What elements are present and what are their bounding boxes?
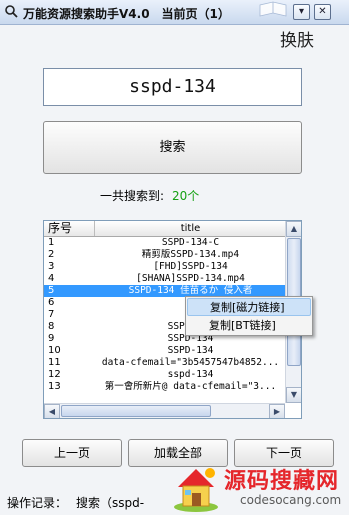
result-count-value: 20个	[172, 189, 200, 203]
list-row[interactable]: 3 [FHD]SSPD-134	[44, 261, 285, 273]
watermark-url: codesocang.com	[240, 493, 342, 507]
row-title: [SHANA]SSPD-134.mp4	[136, 273, 245, 284]
menu-item-copy-magnet[interactable]: 复制[磁力链接]	[187, 298, 311, 316]
scroll-down-icon[interactable]: ▼	[286, 387, 301, 403]
scroll-up-icon[interactable]: ▲	[286, 221, 301, 237]
prev-page-button[interactable]: 上一页	[22, 439, 122, 467]
row-index: 11	[48, 357, 61, 368]
scroll-left-icon[interactable]: ◀	[44, 404, 60, 418]
row-index: 4	[48, 273, 55, 284]
row-title: 精剪版SSPD-134.mp4	[141, 249, 240, 260]
horizontal-scrollbar[interactable]: ◀ ▶	[44, 403, 285, 418]
column-header-title[interactable]: title	[96, 221, 285, 236]
title-bar: 万能资源搜索助手V4.0 当前页（1） ▾ ✕	[0, 0, 349, 25]
skin-button[interactable]: 换肤	[280, 26, 314, 51]
row-title: [FHD]SSPD-134	[153, 261, 228, 272]
scroll-right-icon[interactable]: ▶	[269, 404, 285, 418]
row-index: 10	[48, 345, 61, 356]
close-button[interactable]: ✕	[314, 4, 331, 20]
row-index: 8	[48, 321, 55, 332]
row-index: 1	[48, 237, 55, 248]
row-title: 第一會所新片@ data-cfemail="3...	[104, 381, 277, 392]
row-index: 9	[48, 333, 55, 344]
row-index: 3	[48, 261, 55, 272]
watermark-text: 源码搜藏网	[224, 469, 340, 494]
watermark: 源码搜藏网 codesocang.com	[170, 455, 349, 515]
row-title: SSPD-134-C	[161, 237, 220, 248]
list-row[interactable]: 13 第一會所新片@ data-cfemail="3...	[44, 381, 285, 393]
window-title: 万能资源搜索助手V4.0 当前页（1）	[23, 7, 230, 21]
minimize-icon: ▾	[298, 6, 305, 17]
search-input[interactable]: sspd-134	[43, 68, 302, 106]
list-row[interactable]: 4 [SHANA]SSPD-134.mp4	[44, 273, 285, 285]
house-icon	[174, 468, 218, 512]
log-label: 操作记录：	[7, 496, 68, 510]
search-button[interactable]: 搜索	[43, 121, 302, 174]
search-icon	[5, 5, 18, 18]
row-title: sspd-134	[167, 369, 214, 380]
column-header-index[interactable]: 序号	[44, 221, 95, 236]
row-index: 7	[48, 309, 55, 320]
close-icon: ✕	[318, 6, 327, 17]
list-header: 序号 title	[44, 221, 285, 237]
list-row[interactable]: 10 SSPD-134	[44, 345, 285, 357]
log-value: 搜索（sspd-	[76, 496, 145, 510]
list-row[interactable]: 2 精剪版SSPD-134.mp4	[44, 249, 285, 261]
result-count-label: 一共搜索到:	[100, 189, 165, 203]
list-row[interactable]: 12 sspd-134	[44, 369, 285, 381]
row-index: 6	[48, 297, 55, 308]
row-index: 13	[48, 381, 61, 392]
list-row[interactable]: 11 data-cfemail="3b5457547b4852...	[44, 357, 285, 369]
horizontal-scroll-thumb[interactable]	[61, 405, 211, 417]
row-index: 12	[48, 369, 61, 380]
context-menu: 复制[磁力链接] 复制[BT链接]	[185, 296, 313, 336]
row-title: SSPD-134	[167, 345, 214, 356]
row-index: 2	[48, 249, 55, 260]
book-icon	[259, 1, 287, 17]
menu-item-copy-bt[interactable]: 复制[BT链接]	[187, 317, 311, 335]
list-row[interactable]: 1 SSPD-134-C	[44, 237, 285, 249]
row-title: data-cfemail="3b5457547b4852...	[101, 357, 280, 368]
row-index: 5	[48, 285, 55, 296]
minimize-button[interactable]: ▾	[293, 4, 310, 20]
